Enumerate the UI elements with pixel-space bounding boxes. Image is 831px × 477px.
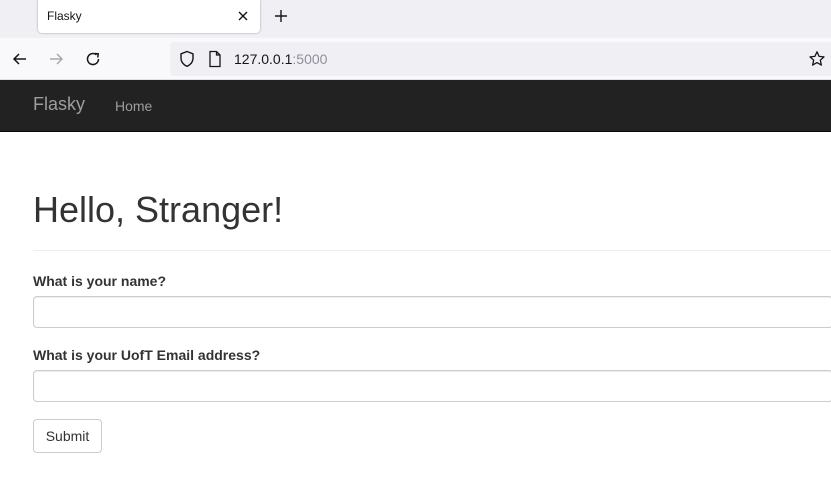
shield-icon[interactable] (179, 50, 195, 68)
reload-icon[interactable] (84, 50, 102, 68)
url-host: 127.0.0.1 (234, 51, 293, 67)
arrow-left-icon[interactable] (11, 50, 29, 68)
nav-link-home[interactable]: Home (115, 98, 152, 114)
name-input[interactable] (33, 296, 831, 328)
email-label: What is your UofT Email address? (33, 347, 261, 363)
browser-tab-strip: Flasky (0, 0, 831, 38)
name-label: What is your name? (33, 273, 167, 289)
url-port: :5000 (292, 51, 328, 67)
url-bar[interactable]: 127.0.0.1:5000 (170, 42, 831, 76)
navbar-brand[interactable]: Flasky (33, 94, 85, 115)
browser-tab[interactable]: Flasky (38, 0, 260, 33)
page-title: Hello, Stranger! (33, 189, 284, 230)
plus-icon[interactable] (273, 8, 289, 24)
email-input[interactable] (33, 370, 831, 402)
star-icon[interactable] (808, 50, 826, 68)
site-navbar: Flasky Home (0, 80, 831, 132)
close-icon[interactable] (236, 9, 250, 23)
page-icon (208, 50, 222, 68)
browser-toolbar: 127.0.0.1:5000 (0, 38, 831, 80)
arrow-right-icon[interactable] (47, 50, 65, 68)
url-text: 127.0.0.1:5000 (234, 51, 327, 67)
tab-title: Flasky (47, 9, 82, 23)
submit-button[interactable]: Submit (33, 419, 102, 453)
header-divider (33, 250, 831, 251)
